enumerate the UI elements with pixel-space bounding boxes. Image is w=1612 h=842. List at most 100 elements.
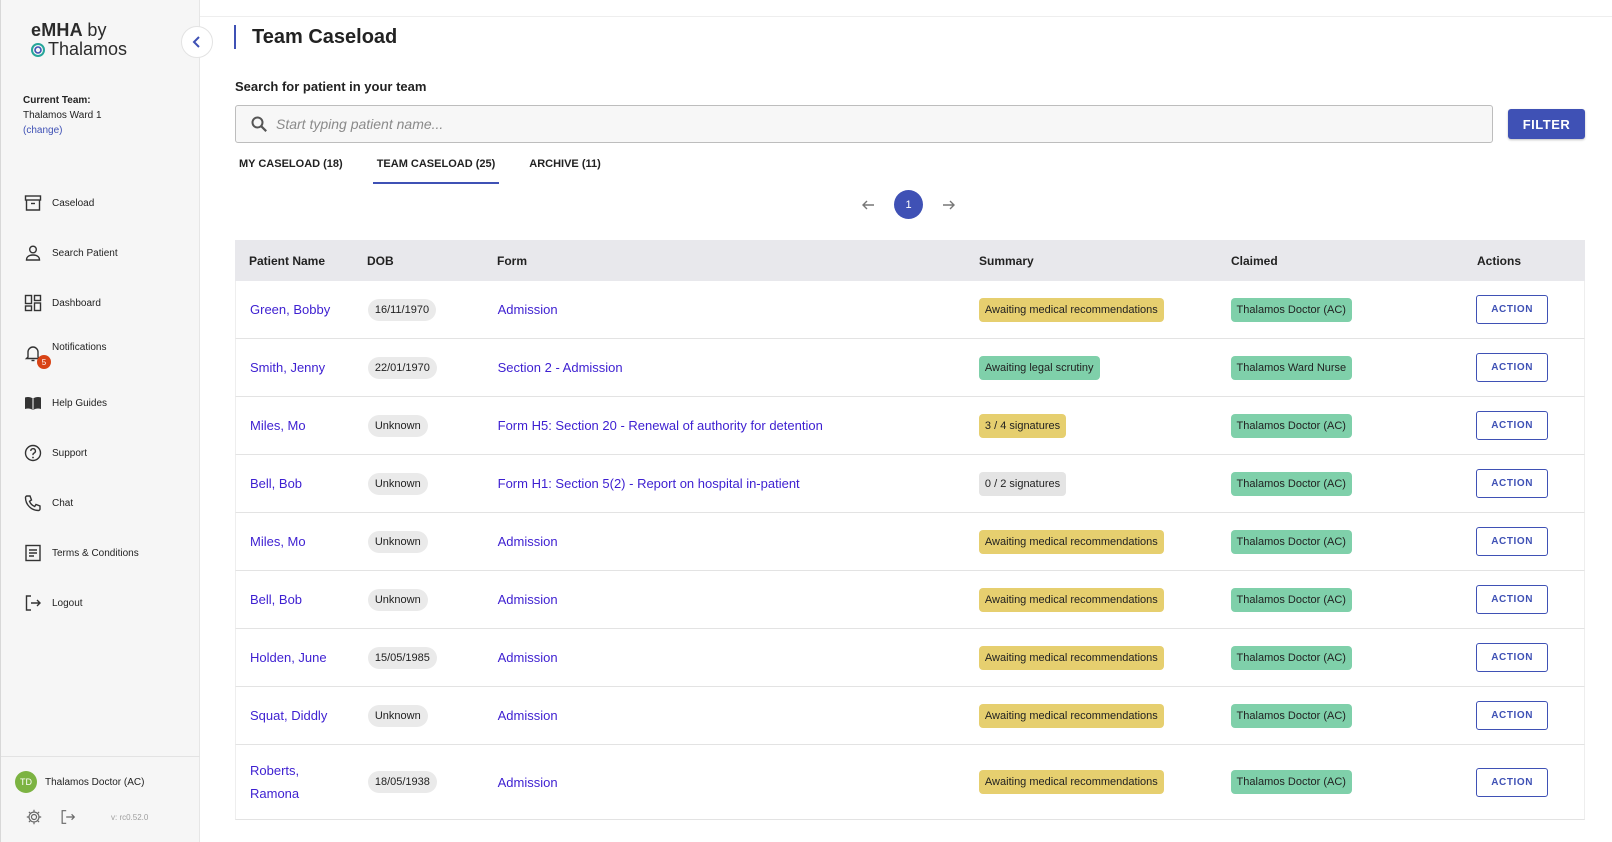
claimed-by-badge: Thalamos Doctor (AC) (1230, 703, 1352, 728)
action-button[interactable]: ACTION (1476, 295, 1549, 324)
patient-name-link[interactable]: Miles, Mo (250, 534, 306, 549)
column-header-form: Form (497, 253, 527, 268)
form-link[interactable]: Section 2 - Admission (498, 360, 623, 375)
patient-name-link[interactable]: Bell, Bob (250, 476, 302, 491)
form-link[interactable]: Form H5: Section 20 - Renewal of authori… (498, 418, 823, 433)
action-button[interactable]: ACTION (1476, 411, 1549, 440)
sidebar-item-notifications[interactable]: Notifications 5 (1, 328, 201, 378)
collapse-sidebar-button[interactable] (181, 26, 213, 58)
change-team-link[interactable]: (change) (23, 123, 102, 138)
action-button[interactable]: ACTION (1476, 353, 1549, 382)
tab-archive[interactable]: ARCHIVE (11) (525, 152, 605, 184)
dob-pill: Unknown (367, 414, 428, 437)
sidebar-item-search-patient[interactable]: Search Patient (1, 228, 201, 278)
actions-cell: ACTION (1476, 353, 1584, 382)
table-header: Patient Name DOB Form Summary Claimed Ac… (235, 240, 1585, 281)
claimed-cell: Thalamos Doctor (AC) (1230, 703, 1477, 728)
arrow-left-icon[interactable] (860, 197, 876, 213)
form-link[interactable]: Form H1: Section 5(2) - Report on hospit… (498, 476, 800, 491)
help-circle-icon (24, 444, 42, 462)
sidebar-item-help-guides[interactable]: Help Guides (1, 378, 201, 428)
dob-cell: 16/11/1970 (367, 298, 498, 321)
sidebar-item-logout[interactable]: Logout (1, 578, 201, 628)
action-button[interactable]: ACTION (1476, 585, 1549, 614)
patient-name-link[interactable]: Holden, June (250, 650, 327, 665)
form-cell: Admission (498, 592, 979, 607)
tab-team-caseload[interactable]: TEAM CASELOAD (25) (372, 152, 500, 184)
table-row: Smith, Jenny 22/01/1970 Section 2 - Admiss… (235, 339, 1585, 397)
summary-cell: 0 / 2 signatures (978, 471, 1231, 496)
search-input[interactable] (276, 116, 1476, 132)
patient-name-link[interactable]: Smith, Jenny (250, 360, 325, 375)
summary-cell: Awaiting medical recommendations (978, 587, 1231, 612)
person-icon (25, 245, 41, 261)
summary-status-badge: Awaiting medical recommendations (978, 703, 1164, 728)
page-title: Team Caseload (234, 25, 397, 49)
patient-name-link[interactable]: Roberts, Ramona (250, 759, 320, 805)
form-cell: Section 2 - Admission (498, 360, 979, 375)
form-link[interactable]: Admission (498, 775, 558, 790)
action-button[interactable]: ACTION (1476, 643, 1549, 672)
claimed-by-badge: Thalamos Doctor (AC) (1230, 529, 1352, 554)
claimed-cell: Thalamos Doctor (AC) (1230, 413, 1477, 438)
sidebar-item-support[interactable]: Support (1, 428, 201, 478)
patient-name-cell: Bell, Bob (236, 592, 368, 607)
dob-pill: Unknown (367, 704, 428, 727)
patient-name-cell: Bell, Bob (236, 476, 368, 491)
action-button[interactable]: ACTION (1476, 469, 1549, 498)
patient-name-cell: Miles, Mo (236, 534, 368, 549)
patient-name-link[interactable]: Green, Bobby (250, 302, 330, 317)
search-label: Search for patient in your team (235, 79, 427, 94)
form-link[interactable]: Admission (498, 302, 558, 317)
page-number-current[interactable]: 1 (894, 190, 923, 219)
user-profile[interactable]: TD Thalamos Doctor (AC) (15, 771, 144, 793)
summary-status-badge: Awaiting medical recommendations (978, 297, 1164, 322)
action-button[interactable]: ACTION (1476, 527, 1549, 556)
patient-name-cell: Holden, June (236, 650, 368, 665)
column-header-claimed: Claimed (1231, 253, 1278, 268)
form-link[interactable]: Admission (498, 708, 558, 723)
patient-name-link[interactable]: Miles, Mo (250, 418, 306, 433)
dob-pill: 16/11/1970 (367, 298, 437, 321)
phone-icon (24, 495, 41, 512)
sidebar-item-label: Support (52, 447, 88, 459)
dob-pill: 18/05/1938 (367, 771, 437, 793)
filter-button[interactable]: FILTER (1508, 109, 1585, 139)
action-button[interactable]: ACTION (1476, 701, 1549, 730)
exit-icon[interactable] (59, 808, 77, 826)
form-link[interactable]: Admission (498, 592, 558, 607)
book-icon (25, 396, 41, 410)
summary-status-badge: 0 / 2 signatures (978, 471, 1067, 496)
sidebar-item-caseload[interactable]: Caseload (1, 178, 201, 228)
claimed-cell: Thalamos Doctor (AC) (1230, 587, 1477, 612)
dob-pill: 15/05/1985 (367, 646, 437, 669)
summary-cell: Awaiting medical recommendations (978, 529, 1231, 554)
column-header-dob: DOB (367, 253, 394, 268)
form-link[interactable]: Admission (498, 650, 558, 665)
actions-cell: ACTION (1476, 527, 1584, 556)
summary-cell: Awaiting medical recommendations (978, 703, 1231, 728)
dob-cell: 15/05/1985 (367, 646, 498, 669)
sidebar-item-chat[interactable]: Chat (1, 478, 201, 528)
arrow-right-icon[interactable] (941, 197, 957, 213)
table-row: Bell, Bob Unknown Admission Awaiting medica… (235, 571, 1585, 629)
tab-my-caseload[interactable]: MY CASELOAD (18) (235, 152, 347, 184)
action-button[interactable]: ACTION (1476, 767, 1549, 797)
thalamos-logo-icon (31, 42, 45, 57)
app-logo[interactable]: eMHA by Thalamos (31, 20, 161, 60)
form-link[interactable]: Admission (498, 534, 558, 549)
user-name: Thalamos Doctor (AC) (45, 776, 145, 788)
sidebar-item-dashboard[interactable]: Dashboard (1, 278, 201, 328)
current-team-label: Current Team: (23, 95, 91, 106)
top-divider (200, 16, 1612, 17)
gear-icon[interactable] (25, 808, 43, 826)
search-field[interactable] (235, 105, 1493, 143)
dob-cell: 18/05/1938 (367, 771, 498, 793)
table-row: Holden, June 15/05/1985 Admission Awaiting … (235, 629, 1585, 687)
sidebar-item-label: Caseload (52, 197, 95, 209)
dob-pill: Unknown (367, 588, 428, 611)
patient-name-link[interactable]: Bell, Bob (250, 592, 302, 607)
sidebar-item-terms[interactable]: Terms & Conditions (1, 528, 201, 578)
patient-name-link[interactable]: Squat, Diddly (250, 708, 327, 723)
sidebar: eMHA by Thalamos Current Team: Thalamos … (0, 0, 201, 842)
